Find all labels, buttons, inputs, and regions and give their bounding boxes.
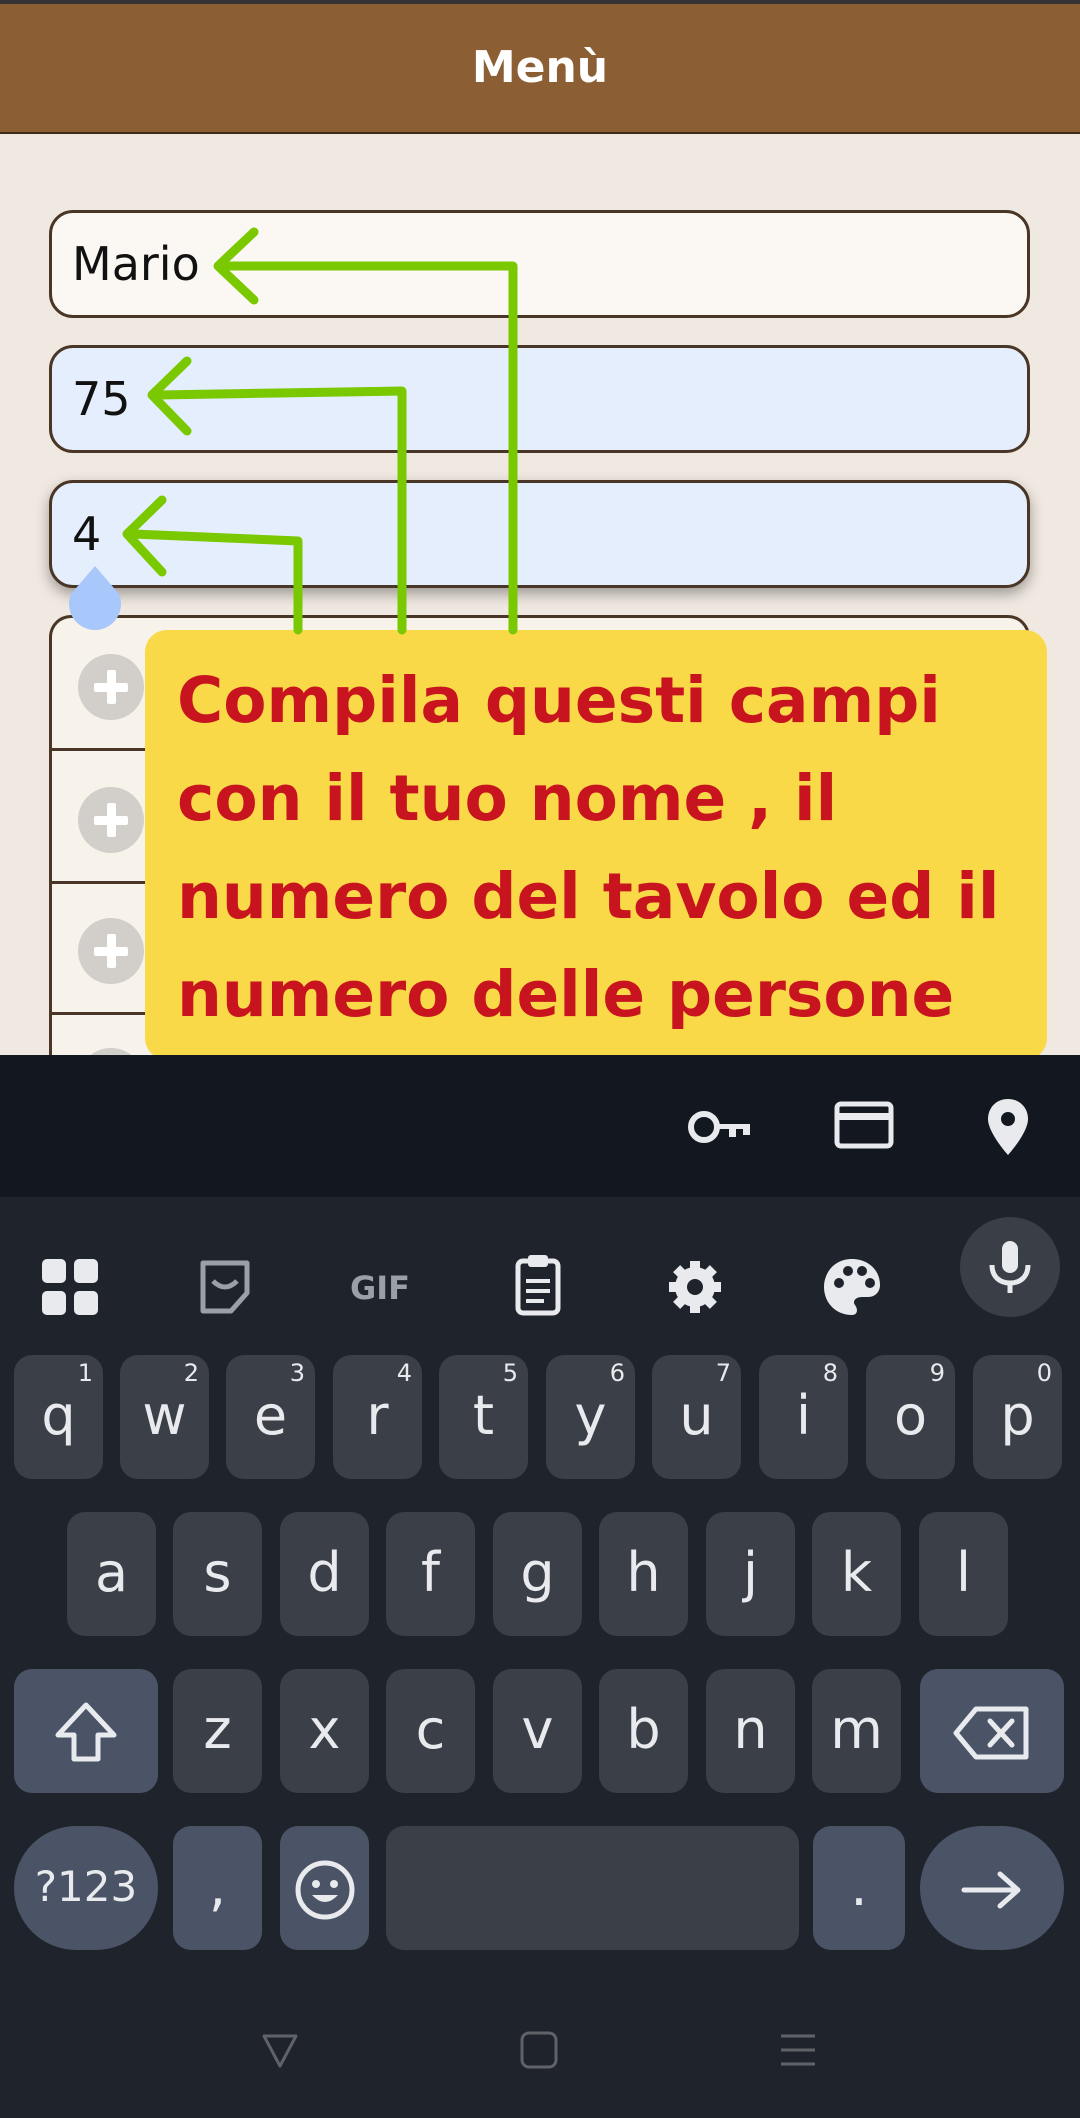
shift-key[interactable] bbox=[14, 1669, 158, 1793]
key-label: r bbox=[366, 1384, 389, 1447]
shift-arrow-icon bbox=[55, 1702, 117, 1762]
key-j[interactable]: j bbox=[706, 1512, 795, 1636]
system-nav-bar bbox=[0, 1990, 1080, 2118]
key-hint: 0 bbox=[1036, 1359, 1052, 1387]
location-pin-icon[interactable] bbox=[986, 1097, 1030, 1157]
key-x[interactable]: x bbox=[280, 1669, 369, 1793]
key-l[interactable]: l bbox=[919, 1512, 1008, 1636]
microphone-button[interactable] bbox=[960, 1217, 1060, 1317]
key-v[interactable]: v bbox=[493, 1669, 582, 1793]
key-hint: 7 bbox=[715, 1359, 731, 1387]
key-label: i bbox=[795, 1384, 811, 1447]
key-label: w bbox=[142, 1384, 187, 1447]
key-f[interactable]: f bbox=[386, 1512, 475, 1636]
key-i[interactable]: i8 bbox=[759, 1355, 848, 1479]
clipboard-icon[interactable] bbox=[488, 1237, 588, 1337]
app-header: Menù bbox=[0, 0, 1080, 134]
autofill-bar bbox=[0, 1055, 1080, 1197]
key-z[interactable]: z bbox=[173, 1669, 262, 1793]
back-icon[interactable] bbox=[260, 2030, 300, 2070]
soft-keyboard: GIF q1 w2 e3 r4 t5 y6 u7 i8 o9 p 0 a s d… bbox=[0, 1197, 1080, 2118]
key-icon[interactable] bbox=[686, 1107, 754, 1147]
key-hint: 1 bbox=[77, 1359, 93, 1387]
key-hint: 6 bbox=[609, 1359, 625, 1387]
key-m[interactable]: m bbox=[812, 1669, 901, 1793]
backspace-key[interactable] bbox=[920, 1669, 1064, 1793]
key-n[interactable]: n bbox=[706, 1669, 795, 1793]
key-t[interactable]: t5 bbox=[439, 1355, 528, 1479]
key-c[interactable]: c bbox=[386, 1669, 475, 1793]
space-bar[interactable] bbox=[386, 1826, 799, 1950]
key-h[interactable]: h bbox=[599, 1512, 688, 1636]
key-g[interactable]: g bbox=[493, 1512, 582, 1636]
key-label: p bbox=[1000, 1384, 1035, 1447]
palette-icon[interactable] bbox=[802, 1237, 902, 1337]
key-u[interactable]: u7 bbox=[652, 1355, 741, 1479]
key-e[interactable]: e3 bbox=[226, 1355, 315, 1479]
add-item-icon[interactable] bbox=[78, 654, 144, 720]
recents-menu-icon[interactable] bbox=[778, 2030, 818, 2070]
arrow-right-icon bbox=[961, 1871, 1021, 1909]
key-label: o bbox=[893, 1384, 928, 1447]
sticker-icon[interactable] bbox=[175, 1237, 275, 1337]
key-hint: 2 bbox=[183, 1359, 199, 1387]
microphone-icon bbox=[989, 1241, 1031, 1293]
home-icon[interactable] bbox=[519, 2030, 559, 2070]
key-label: u bbox=[679, 1384, 714, 1447]
table-number-input[interactable] bbox=[72, 348, 972, 450]
key-r[interactable]: r4 bbox=[333, 1355, 422, 1479]
key-hint: 8 bbox=[822, 1359, 838, 1387]
add-item-icon[interactable] bbox=[78, 787, 144, 853]
emoji-key[interactable] bbox=[280, 1826, 369, 1950]
key-q[interactable]: q1 bbox=[14, 1355, 103, 1479]
key-label: t bbox=[472, 1384, 495, 1447]
key-d[interactable]: d bbox=[280, 1512, 369, 1636]
instruction-text: Compila questi campi con il tuo nome , i… bbox=[177, 664, 1000, 1031]
people-count-field-container bbox=[49, 480, 1030, 588]
key-hint: 9 bbox=[929, 1359, 945, 1387]
key-hint: 5 bbox=[502, 1359, 518, 1387]
page-title: Menù bbox=[471, 42, 609, 93]
key-hint: 3 bbox=[289, 1359, 305, 1387]
emoji-icon bbox=[295, 1860, 354, 1920]
table-number-field-container bbox=[49, 345, 1030, 453]
key-hint: 4 bbox=[396, 1359, 412, 1387]
key-o[interactable]: o9 bbox=[866, 1355, 955, 1479]
comma-key[interactable]: , bbox=[173, 1826, 262, 1950]
gif-icon[interactable]: GIF bbox=[330, 1237, 430, 1337]
key-s[interactable]: s bbox=[173, 1512, 262, 1636]
credit-card-icon[interactable] bbox=[834, 1101, 894, 1149]
key-a[interactable]: a bbox=[67, 1512, 156, 1636]
enter-key[interactable] bbox=[920, 1826, 1064, 1950]
key-w[interactable]: w2 bbox=[120, 1355, 209, 1479]
key-label: y bbox=[574, 1384, 607, 1447]
key-label: e bbox=[253, 1384, 288, 1447]
svg-text:GIF: GIF bbox=[350, 1269, 410, 1307]
key-label: q bbox=[41, 1384, 76, 1447]
people-count-input[interactable] bbox=[72, 483, 972, 585]
symbols-key[interactable]: ?123 bbox=[14, 1826, 158, 1950]
key-b[interactable]: b bbox=[599, 1669, 688, 1793]
period-key[interactable]: . bbox=[813, 1826, 905, 1950]
name-field-container bbox=[49, 210, 1030, 318]
settings-gear-icon[interactable] bbox=[645, 1237, 745, 1337]
key-y[interactable]: y6 bbox=[546, 1355, 635, 1479]
key-k[interactable]: k bbox=[812, 1512, 901, 1636]
instruction-callout: Compila questi campi con il tuo nome , i… bbox=[145, 630, 1047, 1060]
key-p[interactable]: p0 bbox=[973, 1355, 1062, 1479]
text-cursor-handle[interactable] bbox=[67, 566, 123, 632]
backspace-icon bbox=[953, 1706, 1029, 1760]
add-item-icon[interactable] bbox=[78, 918, 144, 984]
name-input[interactable] bbox=[72, 213, 972, 315]
apps-grid-icon[interactable] bbox=[20, 1237, 120, 1337]
